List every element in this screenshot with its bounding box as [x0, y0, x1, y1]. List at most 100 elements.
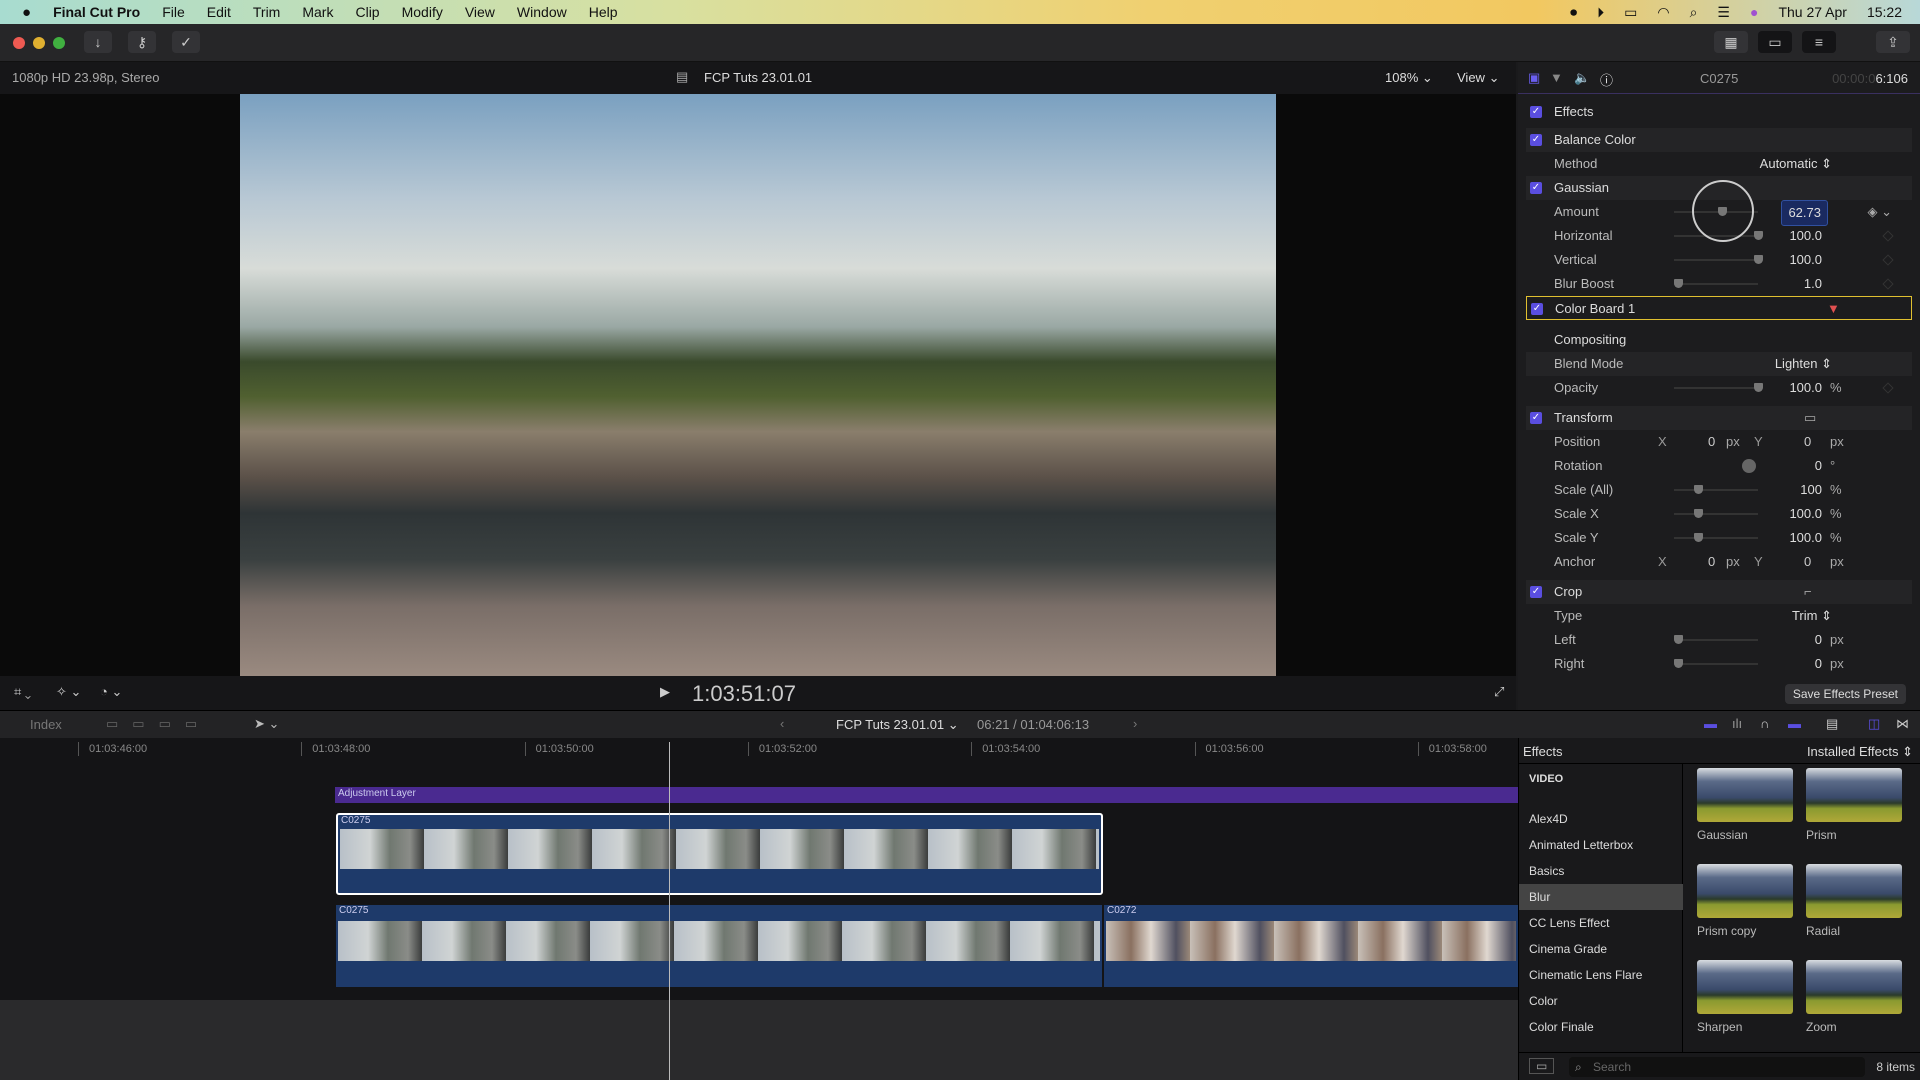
menu-modify[interactable]: Modify [402, 4, 443, 20]
sidebar-toggle-icon[interactable]: ▭ [1529, 1058, 1555, 1074]
filmstrip-icon[interactable]: ▤ [1826, 716, 1838, 732]
color-board-checkbox[interactable]: ✓ [1531, 303, 1543, 315]
audio-inspector-icon[interactable]: 🔈 [1574, 70, 1590, 86]
minimize-button[interactable] [33, 37, 45, 49]
siri-icon[interactable]: ● [1750, 4, 1758, 20]
adjustment-layer-clip[interactable]: Adjustment Layer [335, 787, 1518, 803]
rotation-dial[interactable] [1742, 459, 1756, 473]
headphones-icon[interactable]: ∩ [1760, 716, 1769, 731]
connected-clip[interactable]: C0275 [336, 813, 1103, 895]
select-tool-icon[interactable]: ➤ ⌄ [254, 716, 279, 732]
balance-color-checkbox[interactable]: ✓ [1530, 134, 1542, 146]
gaussian-checkbox[interactable]: ✓ [1530, 182, 1542, 194]
installed-effects-menu[interactable]: Installed Effects ⇕ [1807, 744, 1913, 760]
slider-knob[interactable] [1754, 231, 1763, 240]
param-value[interactable]: 100.0 [1789, 224, 1822, 248]
slider-knob[interactable] [1674, 659, 1683, 668]
category-item[interactable]: Cinema Grade [1529, 936, 1679, 962]
effect-thumbnail[interactable] [1697, 960, 1793, 1014]
slider-knob[interactable] [1674, 279, 1683, 288]
keyframe-add-icon[interactable]: ◈ ⌄ [1867, 200, 1892, 224]
anchor-x-value[interactable]: 0 [1708, 550, 1715, 574]
forward-icon[interactable]: › [1133, 716, 1137, 731]
video-inspector-icon[interactable]: ▣ [1528, 70, 1540, 86]
param-value[interactable]: 62.73 [1781, 200, 1828, 226]
background-tasks-icon[interactable]: ✓ [172, 31, 200, 53]
search-field[interactable]: ⌕ Search [1569, 1057, 1865, 1077]
browser-icon[interactable]: ◫ [1868, 716, 1880, 732]
close-button[interactable] [13, 37, 25, 49]
play-button[interactable]: ▶ [660, 684, 670, 700]
fullscreen-icon[interactable]: ⤢ [1494, 684, 1504, 700]
zoom-button[interactable] [53, 37, 65, 49]
wifi-icon[interactable]: ◠ [1657, 4, 1669, 21]
effects-checkbox[interactable]: ✓ [1530, 106, 1542, 118]
apple-icon[interactable]: ● [22, 4, 31, 21]
record-stop-icon[interactable]: ⏺ [1570, 4, 1577, 21]
category-item[interactable]: Color [1529, 988, 1679, 1014]
primary-clip-1[interactable]: C0275 [336, 905, 1102, 987]
menu-app[interactable]: Final Cut Pro [53, 4, 140, 20]
timeline-toggle-icon[interactable]: ▭ [1758, 31, 1792, 53]
control-center-icon[interactable]: ☰ [1717, 4, 1730, 21]
project-menu[interactable]: FCP Tuts 23.01.01 ⌄ [836, 717, 959, 733]
effect-thumbnail[interactable] [1697, 768, 1793, 822]
slider-knob[interactable] [1694, 509, 1703, 518]
opacity-slider[interactable] [1674, 383, 1763, 392]
param-slider[interactable] [1674, 279, 1758, 288]
category-item[interactable]: Alex4D [1529, 806, 1679, 832]
position-y-value[interactable]: 0 [1804, 430, 1811, 454]
playhead[interactable] [669, 742, 670, 1080]
anchor-y-value[interactable]: 0 [1804, 550, 1811, 574]
crop-right-slider[interactable] [1674, 659, 1758, 668]
battery-icon[interactable]: ▭ [1624, 4, 1637, 21]
category-item[interactable]: Blur [1519, 884, 1683, 910]
keyframe-icon[interactable] [1882, 278, 1894, 290]
keyframe-icon[interactable] [1882, 254, 1894, 266]
category-item[interactable]: Color Finale [1529, 1014, 1679, 1040]
menu-file[interactable]: File [162, 4, 185, 20]
snapping-icon[interactable]: ▬ [1788, 716, 1801, 731]
save-effects-preset-button[interactable]: Save Effects Preset [1784, 684, 1906, 704]
transform-onscreen-icon[interactable]: ▭ [1804, 406, 1816, 430]
index-button[interactable]: Index [30, 717, 62, 732]
color-inspector-icon[interactable]: ▼ [1550, 70, 1563, 85]
keywords-icon[interactable]: ⚷ [128, 31, 156, 53]
effect-thumbnail[interactable] [1697, 864, 1793, 918]
keyframe-icon[interactable] [1882, 230, 1894, 242]
menu-window[interactable]: Window [517, 4, 567, 20]
edit-buttons[interactable]: ▭▭▭▭ [106, 716, 211, 732]
import-icon[interactable]: ↓ [84, 31, 112, 53]
scale-y-slider[interactable] [1674, 533, 1758, 542]
scale-all-value[interactable]: 100 [1800, 478, 1822, 502]
param-value[interactable]: 100.0 [1789, 248, 1822, 272]
position-x-value[interactable]: 0 [1708, 430, 1715, 454]
play-icon[interactable]: ⏵ [1597, 4, 1604, 21]
crop-left-slider[interactable] [1674, 635, 1758, 644]
crop-onscreen-icon[interactable]: ⌐ [1804, 580, 1812, 604]
share-icon[interactable]: ⇪ [1876, 31, 1910, 53]
crop-checkbox[interactable]: ✓ [1530, 586, 1542, 598]
category-item[interactable]: Basics [1529, 858, 1679, 884]
zoom-menu[interactable]: 108% ⌄ [1385, 70, 1433, 86]
back-icon[interactable]: ‹ [780, 716, 784, 731]
slider-knob[interactable] [1754, 255, 1763, 264]
scale-x-value[interactable]: 100.0 [1789, 502, 1822, 526]
param-value[interactable]: 1.0 [1804, 272, 1822, 296]
retime-icon[interactable]: ◔ ⌄ [100, 684, 122, 700]
menu-clip[interactable]: Clip [355, 4, 379, 20]
clip-appearance-icon[interactable]: ▬ [1704, 716, 1717, 731]
transitions-icon[interactable]: ⋈ [1896, 716, 1909, 732]
view-menu[interactable]: View ⌄ [1457, 70, 1499, 86]
param-slider[interactable] [1674, 255, 1763, 264]
rotation-value[interactable]: 0 [1815, 454, 1822, 478]
opacity-knob[interactable] [1754, 383, 1763, 392]
color-board-icon[interactable]: ▼ [1827, 297, 1840, 321]
video-frame[interactable] [240, 94, 1276, 676]
effect-thumbnail[interactable] [1806, 768, 1902, 822]
category-item[interactable]: Animated Letterbox [1529, 832, 1679, 858]
info-inspector-icon[interactable]: ⓘ [1600, 70, 1613, 89]
search-icon[interactable]: ⌕ [1690, 4, 1698, 21]
method-select[interactable]: Automatic ⇕ [1760, 152, 1832, 176]
menu-view[interactable]: View [465, 4, 495, 20]
